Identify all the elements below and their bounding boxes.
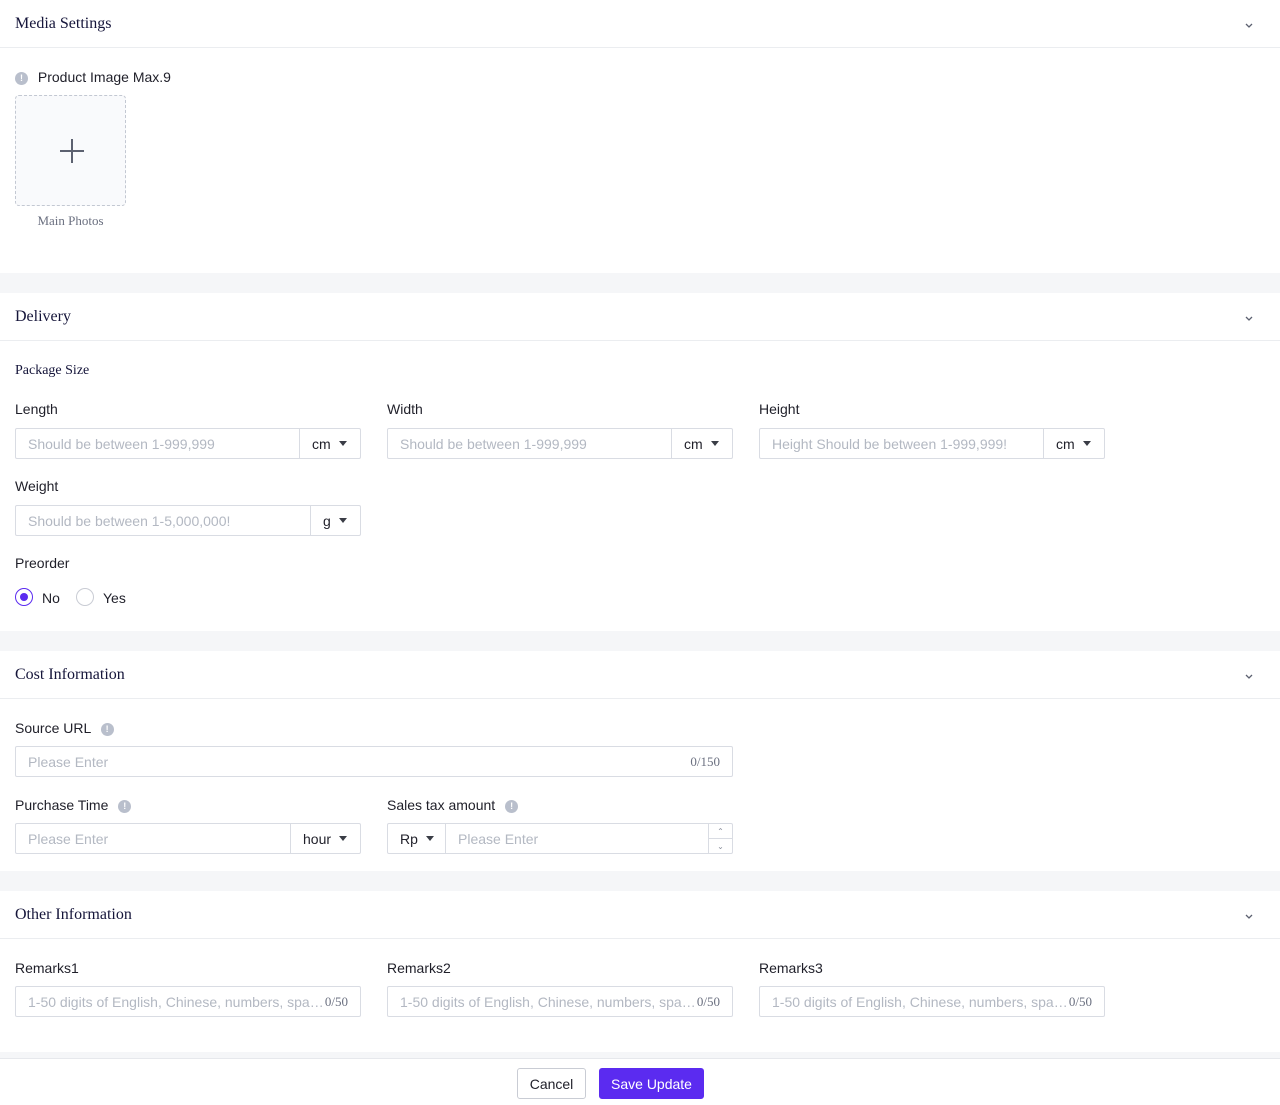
caret-down-icon <box>339 836 348 841</box>
length-label: Length <box>15 401 58 417</box>
other-information-title: Other Information <box>15 906 132 923</box>
save-update-button[interactable]: Save Update <box>599 1068 704 1099</box>
source-url-label: Source URL <box>15 720 91 736</box>
width-unit-value: cm <box>684 435 703 452</box>
media-settings-header[interactable]: Media Settings <box>0 0 1280 48</box>
height-label: Height <box>759 401 800 417</box>
preorder-yes-radio[interactable] <box>76 588 94 606</box>
caret-down-icon <box>338 518 347 523</box>
number-stepper[interactable]: ⌃ ⌄ <box>708 824 732 853</box>
sales-tax-input[interactable]: Please Enter <box>446 831 708 847</box>
main-photos-label: Main Photos <box>37 213 104 228</box>
remarks3-counter: 0/50 <box>1068 993 1092 1009</box>
other-information-header[interactable]: Other Information <box>0 891 1280 939</box>
cost-information-header[interactable]: Cost Information <box>0 651 1280 699</box>
remarks1-label: Remarks1 <box>15 960 79 976</box>
height-input[interactable]: Height Should be between 1-999,999! <box>760 436 1043 452</box>
media-settings-section: Media Settings ! Product Image Max.9 Mai… <box>0 0 1280 273</box>
purchase-time-unit-select[interactable]: hour <box>290 824 360 853</box>
width-unit-select[interactable]: cm <box>671 429 732 458</box>
weight-label: Weight <box>15 478 59 494</box>
weight-unit-select[interactable]: g <box>310 506 360 535</box>
length-unit-select[interactable]: cm <box>299 429 360 458</box>
purchase-time-input[interactable]: Please Enter <box>16 831 290 847</box>
source-url-input[interactable]: Please Enter <box>16 754 690 770</box>
sales-tax-label: Sales tax amount <box>387 797 496 813</box>
remarks2-counter: 0/50 <box>696 993 720 1009</box>
info-icon[interactable]: ! <box>118 799 132 813</box>
remarks2-field: 1-50 digits of English, Chinese, numbers… <box>387 986 733 1017</box>
cancel-button[interactable]: Cancel <box>517 1068 586 1099</box>
remarks1-counter: 0/50 <box>324 993 348 1009</box>
chevron-down-icon[interactable] <box>1242 311 1256 325</box>
delivery-title: Delivery <box>15 308 71 325</box>
purchase-time-unit-value: hour <box>303 830 332 847</box>
media-settings-title: Media Settings <box>15 15 112 32</box>
action-footer: Cancel Save Update <box>0 1058 1280 1105</box>
currency-select[interactable]: Rp <box>388 824 446 853</box>
chevron-down-icon[interactable] <box>1242 909 1256 923</box>
height-unit-value: cm <box>1056 435 1075 452</box>
width-label: Width <box>387 401 423 417</box>
width-input[interactable]: Should be between 1-999,999 <box>388 436 671 452</box>
caret-down-icon <box>338 441 347 446</box>
caret-down-icon <box>425 836 434 841</box>
preorder-no-label[interactable]: No <box>42 590 60 606</box>
other-information-section: Other Information Remarks1 1-50 digits o… <box>0 891 1280 1052</box>
remarks3-field: 1-50 digits of English, Chinese, numbers… <box>759 986 1105 1017</box>
weight-field: Should be between 1-5,000,000! g <box>15 505 361 536</box>
sales-tax-label-row: Sales tax amount ! <box>387 797 519 813</box>
height-unit-select[interactable]: cm <box>1043 429 1104 458</box>
preorder-yes-label[interactable]: Yes <box>103 590 126 606</box>
currency-value: Rp <box>400 830 418 847</box>
weight-input[interactable]: Should be between 1-5,000,000! <box>16 513 310 529</box>
chevron-down-icon[interactable] <box>1242 669 1256 683</box>
sales-tax-field: Rp Please Enter ⌃ ⌄ <box>387 823 733 854</box>
info-icon[interactable]: ! <box>100 722 114 736</box>
delivery-header[interactable]: Delivery <box>0 293 1280 341</box>
info-icon[interactable]: ! <box>505 799 519 813</box>
package-size-label: Package Size <box>15 363 90 378</box>
caret-down-icon <box>1082 441 1091 446</box>
purchase-time-field: Please Enter hour <box>15 823 361 854</box>
weight-unit-value: g <box>323 512 331 529</box>
info-icon[interactable]: ! <box>15 71 28 85</box>
cost-information-title: Cost Information <box>15 666 125 683</box>
source-url-field: Please Enter 0/150 <box>15 746 733 777</box>
preorder-no-radio[interactable] <box>15 588 33 606</box>
height-field: Height Should be between 1-999,999! cm <box>759 428 1105 459</box>
width-field: Should be between 1-999,999 cm <box>387 428 733 459</box>
product-image-label-row: ! Product Image Max.9 <box>15 69 171 85</box>
product-image-label: Product Image Max.9 <box>37 69 171 85</box>
source-url-label-row: Source URL ! <box>15 720 114 736</box>
purchase-time-label: Purchase Time <box>15 797 109 813</box>
remarks3-label: Remarks3 <box>759 960 823 976</box>
remarks2-input[interactable]: 1-50 digits of English, Chinese, numbers… <box>388 994 697 1010</box>
length-input[interactable]: Should be between 1-999,999 <box>16 436 299 452</box>
delivery-section: Delivery Package Size Length Should be b… <box>0 293 1280 631</box>
stepper-down-icon[interactable]: ⌄ <box>709 839 732 853</box>
remarks3-input[interactable]: 1-50 digits of English, Chinese, numbers… <box>760 994 1069 1010</box>
remarks1-input[interactable]: 1-50 digits of English, Chinese, numbers… <box>16 994 325 1010</box>
stepper-up-icon[interactable]: ⌃ <box>709 824 732 839</box>
purchase-time-label-row: Purchase Time ! <box>15 797 132 813</box>
main-photo-upload[interactable] <box>15 95 126 206</box>
caret-down-icon <box>710 441 719 446</box>
source-url-counter: 0/150 <box>690 753 720 769</box>
length-unit-value: cm <box>312 435 331 452</box>
cost-information-section: Cost Information Source URL ! Please Ent… <box>0 651 1280 871</box>
preorder-label: Preorder <box>15 555 70 571</box>
length-field: Should be between 1-999,999 cm <box>15 428 361 459</box>
remarks1-field: 1-50 digits of English, Chinese, numbers… <box>15 986 361 1017</box>
chevron-down-icon[interactable] <box>1242 18 1256 32</box>
remarks2-label: Remarks2 <box>387 960 451 976</box>
